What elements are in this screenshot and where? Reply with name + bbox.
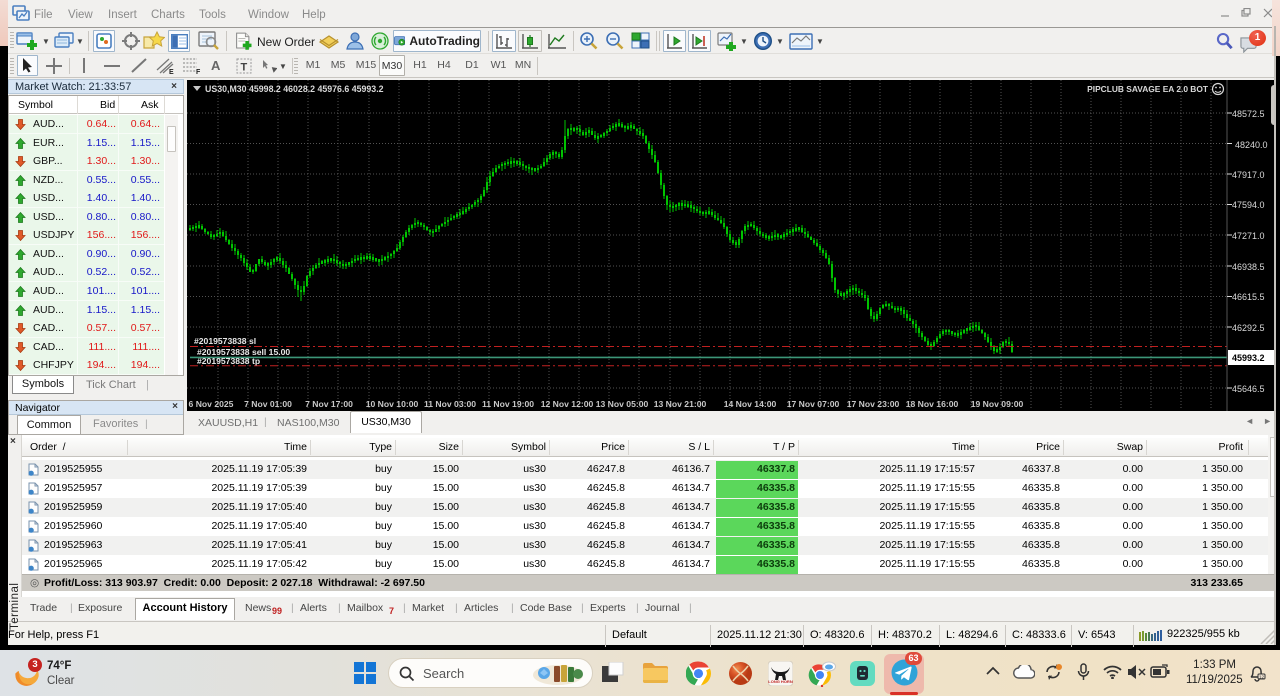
svg-text:13 Nov 05:00: 13 Nov 05:00 — [596, 399, 649, 409]
svg-text:47917.0: 47917.0 — [1232, 170, 1265, 180]
svg-text:PIPCLUB SAVAGE EA 2.0 BOT: PIPCLUB SAVAGE EA 2.0 BOT — [1087, 84, 1209, 94]
svg-text:17 Nov 23:00: 17 Nov 23:00 — [847, 399, 900, 409]
svg-text:E: E — [169, 69, 174, 75]
svg-text:48240.0: 48240.0 — [1235, 140, 1268, 150]
svg-text:47594.0: 47594.0 — [1232, 200, 1265, 210]
svg-text:#2019573838 sl: #2019573838 sl — [194, 336, 256, 346]
svg-text:F: F — [196, 69, 201, 75]
svg-text:12 Nov 12:00: 12 Nov 12:00 — [541, 399, 594, 409]
svg-text:12: 12 — [1259, 675, 1265, 680]
svg-text:19 Nov 09:00: 19 Nov 09:00 — [971, 399, 1024, 409]
svg-text:LONG HORN: LONG HORN — [768, 679, 793, 684]
svg-text:46938.5: 46938.5 — [1232, 262, 1265, 272]
svg-text:46615.5: 46615.5 — [1232, 292, 1265, 302]
svg-text:11 Nov 19:00: 11 Nov 19:00 — [482, 399, 534, 409]
svg-text:7 Nov 01:00: 7 Nov 01:00 — [244, 399, 292, 409]
svg-text:48572.5: 48572.5 — [1232, 109, 1265, 119]
svg-text:47271.0: 47271.0 — [1232, 231, 1265, 241]
svg-text:6 Nov 2025: 6 Nov 2025 — [189, 399, 234, 409]
svg-text:US30,M30 45998.2 46028.2 4597: US30,M30 45998.2 46028.2 45976.6 45993.2 — [205, 84, 384, 94]
svg-text:18 Nov 16:00: 18 Nov 16:00 — [906, 399, 959, 409]
svg-text:#2019573838 tp: #2019573838 tp — [197, 356, 260, 366]
svg-text:10 Nov 10:00: 10 Nov 10:00 — [366, 399, 419, 409]
svg-text:45993.2: 45993.2 — [1232, 353, 1265, 363]
svg-text:T: T — [241, 62, 248, 74]
svg-text:7 Nov 17:00: 7 Nov 17:00 — [305, 399, 353, 409]
svg-text:13 Nov 21:00: 13 Nov 21:00 — [654, 399, 707, 409]
svg-text:14 Nov 14:00: 14 Nov 14:00 — [724, 399, 777, 409]
svg-text:46292.5: 46292.5 — [1232, 323, 1265, 333]
svg-text:17 Nov 07:00: 17 Nov 07:00 — [787, 399, 840, 409]
svg-text:45646.5: 45646.5 — [1232, 384, 1265, 394]
svg-text:11 Nov 03:00: 11 Nov 03:00 — [424, 399, 476, 409]
